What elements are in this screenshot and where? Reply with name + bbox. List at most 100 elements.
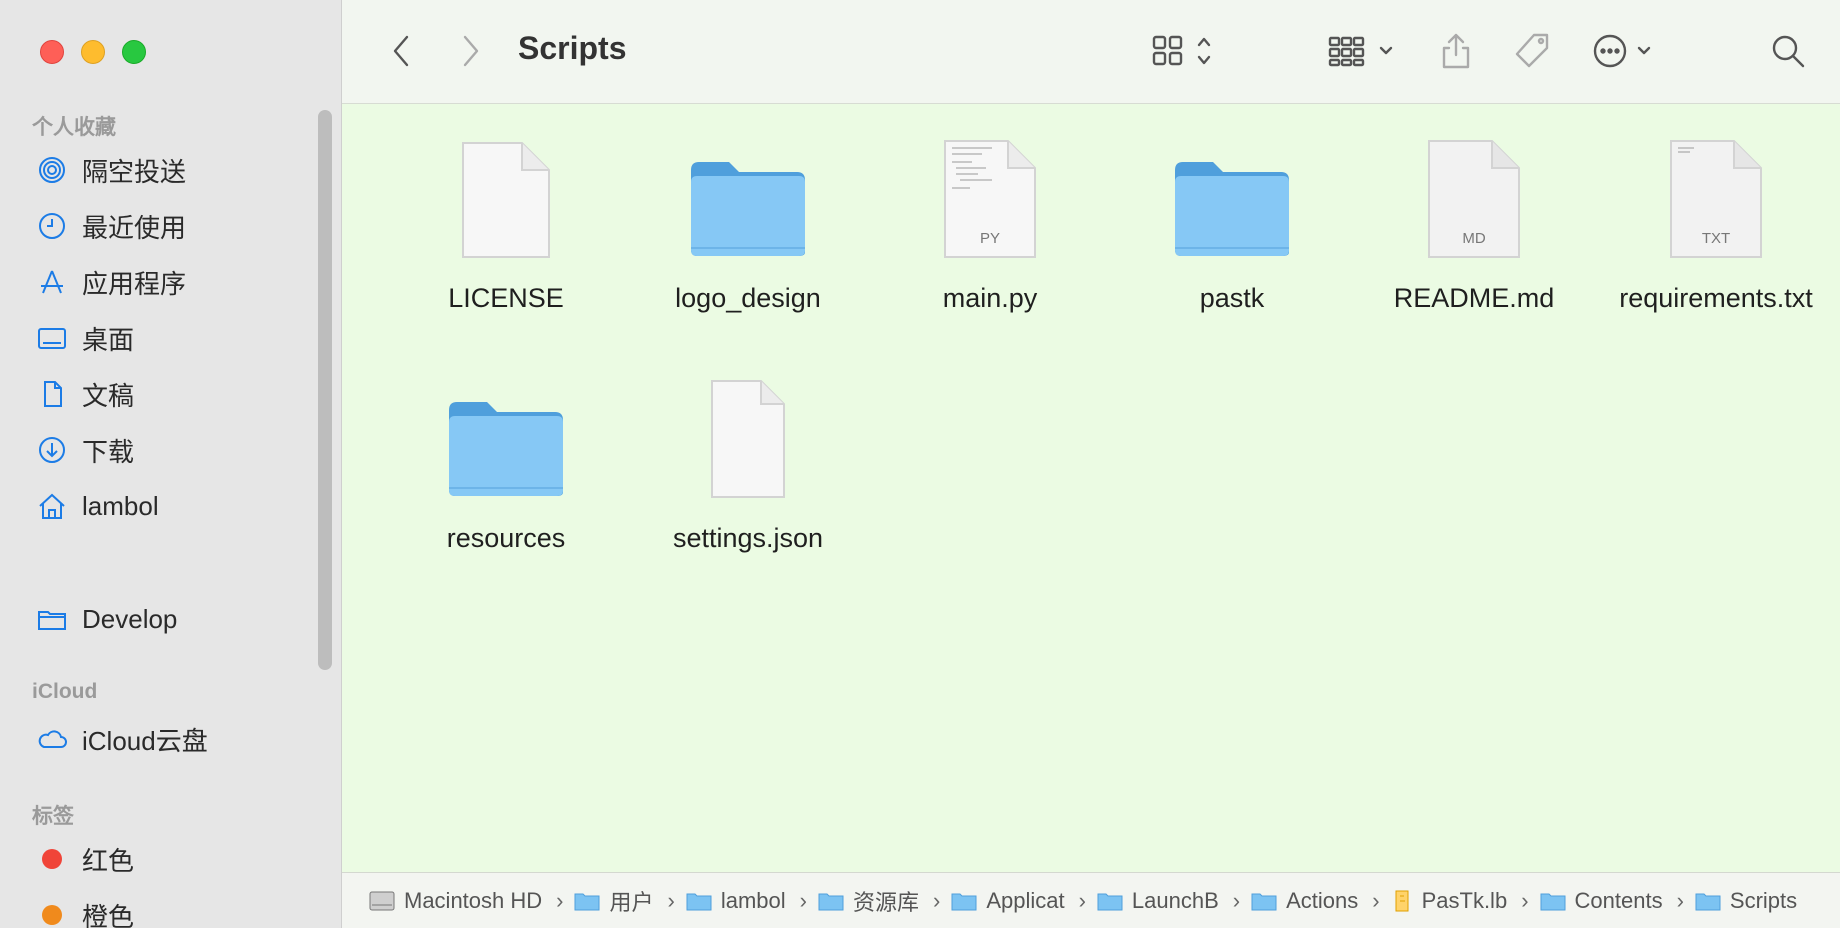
search-button[interactable] xyxy=(1766,26,1810,76)
file-name: settings.json xyxy=(672,523,824,553)
json-file-icon xyxy=(711,380,785,498)
file-item[interactable]: TXT requirements.txt xyxy=(1601,130,1831,316)
file-item[interactable]: LICENSE xyxy=(391,130,621,316)
sidebar-item-documents[interactable]: 文稿 xyxy=(36,374,134,414)
sidebar-item-label: iCloud云盘 xyxy=(82,725,208,756)
tags-section-title: 标签 xyxy=(32,805,74,828)
chevron-right-icon: › xyxy=(667,887,675,913)
path-crumb-label: Actions xyxy=(1286,887,1359,913)
red-tag-icon xyxy=(42,849,62,869)
sidebar-item-label: 应用程序 xyxy=(82,268,187,299)
file-ext-label: TXT xyxy=(1702,230,1730,247)
library-folder-icon xyxy=(818,893,844,910)
chevron-right-icon: › xyxy=(1372,887,1380,913)
sidebar-item-home[interactable]: lambol xyxy=(36,486,159,526)
sidebar-item-tag-red[interactable]: 红色 xyxy=(36,839,134,879)
icloud-section-title: iCloud xyxy=(32,680,98,703)
folder-icon xyxy=(1175,162,1289,256)
clock-icon xyxy=(36,210,68,242)
path-crumb-label: Contents xyxy=(1574,887,1663,913)
airdrop-icon xyxy=(36,154,68,186)
folder-icon xyxy=(1540,893,1566,910)
bundle-icon xyxy=(1395,890,1409,911)
back-button[interactable] xyxy=(382,26,422,76)
path-crumb-users[interactable]: 用户 › xyxy=(573,885,684,917)
sidebar-item-label: 红色 xyxy=(82,845,135,876)
folder-icon xyxy=(1251,893,1277,910)
folder-icon xyxy=(1695,893,1721,910)
sidebar-item-label: 最近使用 xyxy=(82,212,187,243)
sidebar-item-airdrop[interactable]: 隔空投送 xyxy=(36,150,186,190)
minimize-button[interactable] xyxy=(81,40,105,64)
home-folder-icon xyxy=(686,893,712,910)
sidebar-item-applications[interactable]: 应用程序 xyxy=(36,262,186,302)
folder-icon xyxy=(1097,893,1123,910)
ellipsis-circle-icon xyxy=(1593,34,1651,68)
file-name: logo_design xyxy=(675,283,821,313)
more-actions-button[interactable] xyxy=(1592,26,1664,76)
sidebar-item-label: lambol xyxy=(82,490,159,521)
sidebar: 个人收藏 隔空投送 最近使用 应用程序 桌面 文稿 下载 lambol Deve… xyxy=(0,0,342,928)
sidebar-scrollbar[interactable] xyxy=(318,110,332,670)
toolbar: Scripts xyxy=(342,0,1840,104)
path-crumb-lambol[interactable]: lambol › xyxy=(685,888,817,914)
file-name: resources xyxy=(446,523,566,553)
folder-item[interactable]: resources xyxy=(391,370,621,556)
sidebar-item-tag-orange[interactable]: 橙色 xyxy=(36,895,134,928)
chevron-right-icon: › xyxy=(1521,887,1529,913)
folder-icon xyxy=(951,893,977,910)
cloud-icon xyxy=(36,723,68,755)
chevron-right-icon: › xyxy=(799,887,807,913)
view-mode-button[interactable] xyxy=(1150,26,1230,76)
file-ext-label: PY xyxy=(980,230,1000,247)
close-button[interactable] xyxy=(40,40,64,64)
path-crumb-launchbar[interactable]: LaunchB › xyxy=(1096,888,1250,914)
chevron-right-icon: › xyxy=(556,887,564,913)
sidebar-item-recents[interactable]: 最近使用 xyxy=(36,206,186,246)
forward-button[interactable] xyxy=(450,26,490,76)
folder-item[interactable]: logo_design xyxy=(633,130,863,316)
path-crumb-actions[interactable]: Actions › xyxy=(1250,888,1389,914)
file-ext-label: MD xyxy=(1462,230,1485,247)
path-crumb-pastk-bundle[interactable]: PasTk.lb › xyxy=(1390,888,1539,914)
sidebar-item-downloads[interactable]: 下载 xyxy=(36,430,134,470)
path-crumb-library[interactable]: 资源库 › xyxy=(817,885,950,917)
file-item[interactable]: PY main.py xyxy=(875,130,1105,316)
desktop-icon xyxy=(36,322,68,354)
document-icon xyxy=(36,378,68,410)
file-name: README.md xyxy=(1393,283,1555,313)
sidebar-item-develop[interactable]: Develop xyxy=(36,599,177,639)
users-folder-icon xyxy=(574,893,600,910)
file-name: LICENSE xyxy=(448,283,564,313)
document-icon xyxy=(462,142,550,258)
path-crumb-scripts[interactable]: Scripts xyxy=(1694,888,1797,914)
path-crumb-label: Applicat xyxy=(986,887,1065,913)
path-crumb-label: 资源库 xyxy=(852,889,919,915)
file-name: requirements.txt xyxy=(1619,283,1813,313)
sidebar-item-label: 桌面 xyxy=(82,324,135,355)
zoom-button[interactable] xyxy=(122,40,146,64)
folder-item[interactable]: pastk xyxy=(1117,130,1347,316)
path-crumb-contents[interactable]: Contents › xyxy=(1539,888,1694,914)
path-crumb-label: Macintosh HD xyxy=(404,887,543,913)
file-name: main.py xyxy=(942,283,1038,313)
path-crumb-macintosh-hd[interactable]: Macintosh HD › xyxy=(368,888,573,914)
markdown-file-icon: MD xyxy=(1428,140,1520,258)
sidebar-item-desktop[interactable]: 桌面 xyxy=(36,318,134,358)
file-item[interactable]: MD README.md xyxy=(1359,130,1589,316)
tag-button[interactable] xyxy=(1510,26,1554,76)
chevron-right-icon: › xyxy=(1232,887,1241,913)
applications-icon xyxy=(36,266,68,298)
file-item[interactable]: settings.json xyxy=(633,370,863,556)
group-icon xyxy=(1328,36,1393,67)
group-button[interactable] xyxy=(1326,26,1406,76)
sidebar-item-label: 文稿 xyxy=(82,380,135,411)
window-controls xyxy=(40,40,146,64)
sidebar-item-icloud-drive[interactable]: iCloud云盘 xyxy=(36,719,208,759)
share-button[interactable] xyxy=(1436,26,1476,76)
path-crumb-label: 用户 xyxy=(609,889,654,915)
tag-icon xyxy=(1515,33,1549,68)
path-crumb-label: LaunchB xyxy=(1131,887,1219,913)
path-crumb-application[interactable]: Applicat › xyxy=(950,888,1096,914)
file-grid: LICENSE logo_design PY main.py pastk MD … xyxy=(342,104,1840,872)
